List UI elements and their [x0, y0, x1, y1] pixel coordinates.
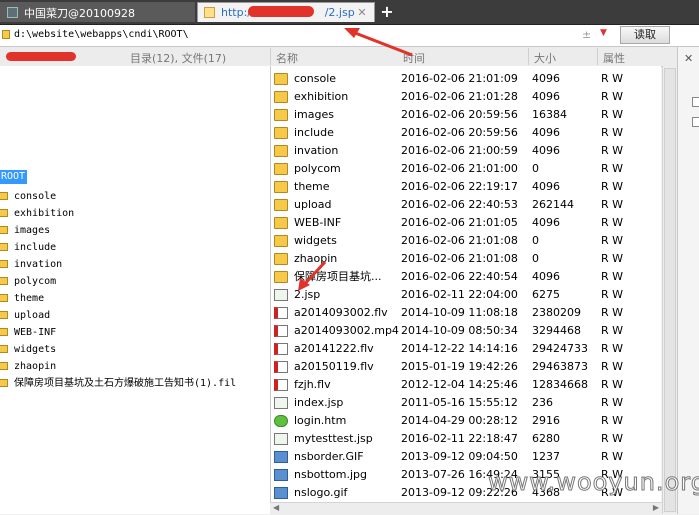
annotation-arrow [349, 29, 413, 57]
annotation-layer [298, 28, 413, 291]
watermark: www.wooyun.org [488, 468, 699, 497]
